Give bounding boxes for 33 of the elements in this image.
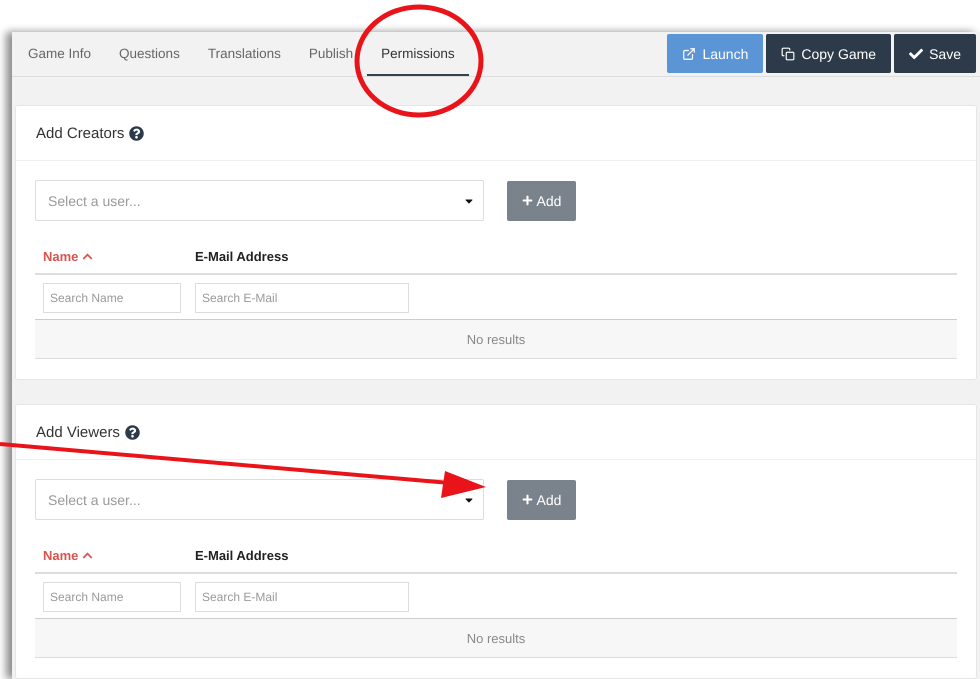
sort-up-icon [82,550,94,561]
tab[interactable]: Permissions [367,32,469,76]
column-header[interactable]: Name [35,548,187,563]
copy-button[interactable]: Copy Game [766,34,892,73]
help-icon[interactable] [124,424,140,440]
tab[interactable]: Publish [294,32,368,76]
user-select[interactable]: Select a user... [35,479,484,520]
tab[interactable]: Translations [194,32,295,76]
launch-button[interactable]: Launch [667,34,764,73]
search-field[interactable]: Search E-Mail [195,582,409,612]
save-button[interactable]: Save [894,34,976,73]
add-button[interactable]: Add [507,480,576,520]
card-title: Add Viewers [36,424,120,440]
column-header[interactable]: E-Mail Address [187,548,487,563]
tab[interactable]: Game Info [14,32,106,76]
empty-text: No results [466,630,526,646]
add-button[interactable]: Add [507,180,576,220]
user-select[interactable]: Select a user... [35,180,484,221]
column-header[interactable]: E-Mail Address [187,249,487,264]
sort-up-icon [82,251,94,262]
plus-icon [522,195,533,206]
card-title: Add Creators [36,124,124,142]
search-field[interactable]: Search E-Mail [195,283,409,313]
tab[interactable]: Questions [105,32,194,76]
external-link-icon [682,46,696,60]
plus-icon [522,494,533,505]
help-icon[interactable] [129,126,144,140]
search-field[interactable]: Search Name [43,283,181,313]
empty-text: No results [466,332,526,346]
check-icon [909,46,924,60]
search-field[interactable]: Search Name [43,582,181,612]
copy-icon [781,46,796,60]
column-header[interactable]: Name [35,249,187,264]
